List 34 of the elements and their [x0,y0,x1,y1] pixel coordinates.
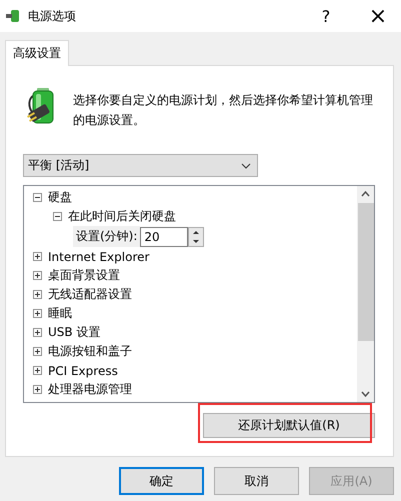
description-text: 选择你要自定义的电源计划，然后选择你希望计算机管理的电源设置。 [73,92,373,129]
tree-item[interactable]: 硬盘 [48,189,72,206]
expand-icon[interactable] [33,309,42,318]
dialog-button[interactable]: 确定 [119,467,204,495]
expand-icon[interactable] [33,366,42,375]
expand-icon[interactable] [33,328,42,337]
scrollbar[interactable] [357,186,374,402]
setting-label: 设置(分钟): [73,226,140,247]
tree-item[interactable]: PCI Express [48,364,118,378]
window-title: 电源选项 [28,8,77,24]
tree-item[interactable]: 睡眠 [48,305,72,322]
tree-item[interactable]: USB 设置 [48,324,100,341]
collapse-icon[interactable] [33,193,42,202]
tree-item[interactable]: Internet Explorer [48,250,150,264]
help-button[interactable]: ? [303,0,349,32]
power-plug-icon [6,8,22,24]
plan-dropdown[interactable]: 平衡 [活动] [23,154,258,177]
expand-icon[interactable] [33,271,42,280]
minutes-input[interactable]: 20 [140,226,188,246]
tree-item[interactable]: 无线适配器设置 [48,286,132,303]
tree-item[interactable]: 电源按钮和盖子 [48,343,132,360]
close-button[interactable]: × [355,0,401,32]
chevron-down-icon [241,162,251,168]
restore-defaults-button[interactable]: 还原计划默认值(R) [203,413,375,438]
expand-icon[interactable] [33,252,42,261]
dialog-button[interactable]: 取消 [214,467,299,495]
tree-item[interactable]: 处理器电源管理 [48,381,132,398]
expand-icon[interactable] [33,347,42,356]
tree-item[interactable]: 桌面背景设置 [48,267,120,284]
expand-icon[interactable] [33,290,42,299]
tab[interactable]: 高级设置 [5,40,69,66]
collapse-icon[interactable] [53,212,62,221]
expand-icon[interactable] [33,385,42,394]
tree-item[interactable]: 在此时间后关闭硬盘 [68,208,176,225]
